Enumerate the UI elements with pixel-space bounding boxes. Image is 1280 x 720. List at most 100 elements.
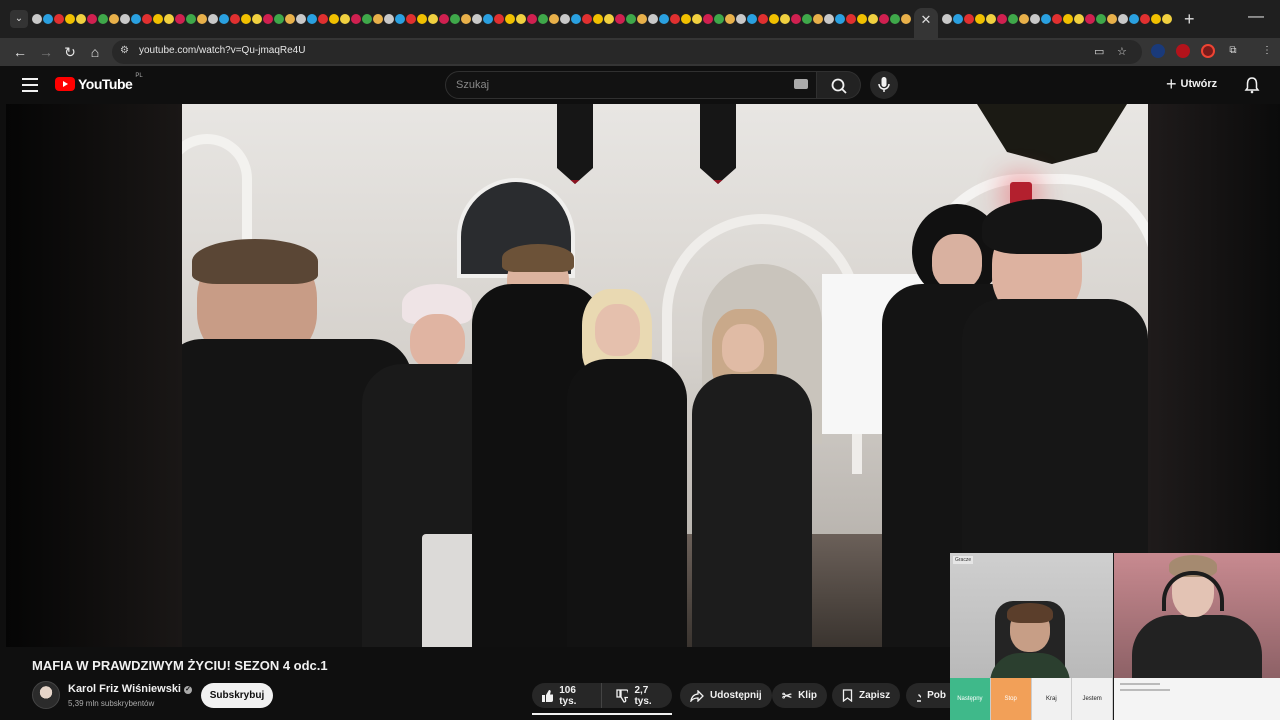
tab-favicon-icon[interactable] bbox=[1052, 14, 1062, 24]
tab-favicon-icon[interactable] bbox=[997, 14, 1007, 24]
tab-favicon-icon[interactable] bbox=[582, 14, 592, 24]
tab-favicon-icon[interactable] bbox=[538, 14, 548, 24]
tab-favicon-icon[interactable] bbox=[285, 14, 295, 24]
site-info-icon[interactable]: ⚙ bbox=[120, 45, 132, 57]
tab-favicon-icon[interactable] bbox=[758, 14, 768, 24]
tab-favicon-icon[interactable] bbox=[252, 14, 262, 24]
tab-favicon-icon[interactable] bbox=[43, 14, 53, 24]
tab-favicon-icon[interactable] bbox=[857, 14, 867, 24]
tab-favicon-icon[interactable] bbox=[131, 14, 141, 24]
notifications-bell-icon[interactable] bbox=[1244, 76, 1260, 94]
tab-favicon-icon[interactable] bbox=[725, 14, 735, 24]
keyboard-icon[interactable] bbox=[794, 79, 808, 89]
tab-favicon-icon[interactable] bbox=[1030, 14, 1040, 24]
tab-favicon-icon[interactable] bbox=[549, 14, 559, 24]
tab-favicon-icon[interactable] bbox=[472, 14, 482, 24]
tab-favicon-icon[interactable] bbox=[362, 14, 372, 24]
youtube-logo[interactable]: YouTube PL bbox=[55, 73, 143, 92]
overlay-next-button[interactable]: Następny bbox=[950, 678, 991, 720]
like-button[interactable]: 106 tys. bbox=[532, 683, 603, 708]
tab-favicon-icon[interactable] bbox=[747, 14, 757, 24]
tab-favicon-icon[interactable] bbox=[604, 14, 614, 24]
search-button[interactable] bbox=[817, 71, 861, 99]
download-button[interactable]: Pob bbox=[906, 683, 956, 708]
tab-favicon-icon[interactable] bbox=[1162, 14, 1172, 24]
tab-favicon-icon[interactable] bbox=[953, 14, 963, 24]
tab-favicon-icon[interactable] bbox=[571, 14, 581, 24]
tab-favicon-icon[interactable] bbox=[1019, 14, 1029, 24]
tab-favicon-icon[interactable] bbox=[340, 14, 350, 24]
tab-favicon-icon[interactable] bbox=[186, 14, 196, 24]
tab-favicon-icon[interactable] bbox=[87, 14, 97, 24]
channel-name[interactable]: Karol Friz Wiśniewski ✓ bbox=[68, 683, 192, 695]
extension-blue-icon[interactable] bbox=[1151, 44, 1165, 58]
tab-favicon-icon[interactable] bbox=[637, 14, 647, 24]
subscribe-button[interactable]: Subskrybuj bbox=[201, 683, 273, 708]
tab-favicon-icon[interactable] bbox=[975, 14, 985, 24]
minimize-button[interactable]: — bbox=[1248, 8, 1264, 26]
tab-favicon-icon[interactable] bbox=[813, 14, 823, 24]
tab-favicon-icon[interactable] bbox=[780, 14, 790, 24]
tab-favicon-icon[interactable] bbox=[428, 14, 438, 24]
tab-favicon-icon[interactable] bbox=[208, 14, 218, 24]
tab-favicon-icon[interactable] bbox=[406, 14, 416, 24]
tab-favicon-icon[interactable] bbox=[791, 14, 801, 24]
voice-search-button[interactable] bbox=[870, 71, 898, 99]
tab-favicon-icon[interactable] bbox=[263, 14, 273, 24]
tab-favicon-icon[interactable] bbox=[120, 14, 130, 24]
tab-favicon-icon[interactable] bbox=[461, 14, 471, 24]
tab-favicon-icon[interactable] bbox=[296, 14, 306, 24]
browser-menu-icon[interactable]: ⋮ bbox=[1260, 44, 1274, 58]
tab-favicon-icon[interactable] bbox=[560, 14, 570, 24]
bookmark-star-icon[interactable]: ☆ bbox=[1117, 45, 1127, 58]
tab-favicon-icon[interactable] bbox=[670, 14, 680, 24]
tab-favicon-icon[interactable] bbox=[109, 14, 119, 24]
tab-search-icon[interactable]: ⌄ bbox=[10, 10, 28, 28]
tab-favicon-icon[interactable] bbox=[1140, 14, 1150, 24]
share-button[interactable]: Udostępnij bbox=[680, 683, 772, 708]
tab-favicon-icon[interactable] bbox=[395, 14, 405, 24]
tab-favicon-icon[interactable] bbox=[802, 14, 812, 24]
tab-favicon-icon[interactable] bbox=[230, 14, 240, 24]
tab-favicon-icon[interactable] bbox=[274, 14, 284, 24]
tab-favicon-icon[interactable] bbox=[98, 14, 108, 24]
tab-favicon-icon[interactable] bbox=[219, 14, 229, 24]
tab-favicon-icon[interactable] bbox=[384, 14, 394, 24]
tab-favicon-icon[interactable] bbox=[659, 14, 669, 24]
tab-favicon-icon[interactable] bbox=[1107, 14, 1117, 24]
overlay-stop-button[interactable]: Stop bbox=[990, 678, 1032, 720]
tab-favicon-icon[interactable] bbox=[318, 14, 328, 24]
search-input[interactable] bbox=[456, 77, 776, 93]
tab-favicon-icon[interactable] bbox=[703, 14, 713, 24]
tab-favicon-icon[interactable] bbox=[494, 14, 504, 24]
tab-favicon-icon[interactable] bbox=[153, 14, 163, 24]
tab-favicon-icon[interactable] bbox=[142, 14, 152, 24]
new-tab-button[interactable]: + bbox=[1184, 9, 1195, 30]
tab-favicon-icon[interactable] bbox=[835, 14, 845, 24]
tab-favicon-icon[interactable] bbox=[54, 14, 64, 24]
tab-favicon-icon[interactable] bbox=[175, 14, 185, 24]
tab-favicon-icon[interactable] bbox=[241, 14, 251, 24]
extension-red-icon[interactable] bbox=[1176, 44, 1190, 58]
tab-favicon-icon[interactable] bbox=[329, 14, 339, 24]
tab-favicon-icon[interactable] bbox=[593, 14, 603, 24]
tab-favicon-icon[interactable] bbox=[736, 14, 746, 24]
tab-favicon-icon[interactable] bbox=[65, 14, 75, 24]
create-button[interactable]: + Utwórz bbox=[1166, 75, 1217, 93]
tab-favicons[interactable] bbox=[32, 12, 912, 26]
tab-favicon-icon[interactable] bbox=[307, 14, 317, 24]
tab-favicon-icon[interactable] bbox=[615, 14, 625, 24]
address-url[interactable]: youtube.com/watch?v=Qu-jmaqRe4U bbox=[139, 45, 305, 56]
tab-favicon-icon[interactable] bbox=[868, 14, 878, 24]
reload-button[interactable]: ↻ bbox=[60, 42, 80, 62]
extensions-puzzle-icon[interactable]: ⧉ bbox=[1226, 44, 1240, 58]
save-button[interactable]: Zapisz bbox=[832, 683, 901, 708]
tab-favicon-icon[interactable] bbox=[626, 14, 636, 24]
tab-favicon-icon[interactable] bbox=[417, 14, 427, 24]
tab-favicon-icon[interactable] bbox=[1096, 14, 1106, 24]
tab-favicon-icon[interactable] bbox=[942, 14, 952, 24]
tab-favicon-icon[interactable] bbox=[1008, 14, 1018, 24]
tab-favicon-icon[interactable] bbox=[769, 14, 779, 24]
hamburger-menu-icon[interactable] bbox=[22, 78, 38, 92]
tab-favicon-icon[interactable] bbox=[824, 14, 834, 24]
